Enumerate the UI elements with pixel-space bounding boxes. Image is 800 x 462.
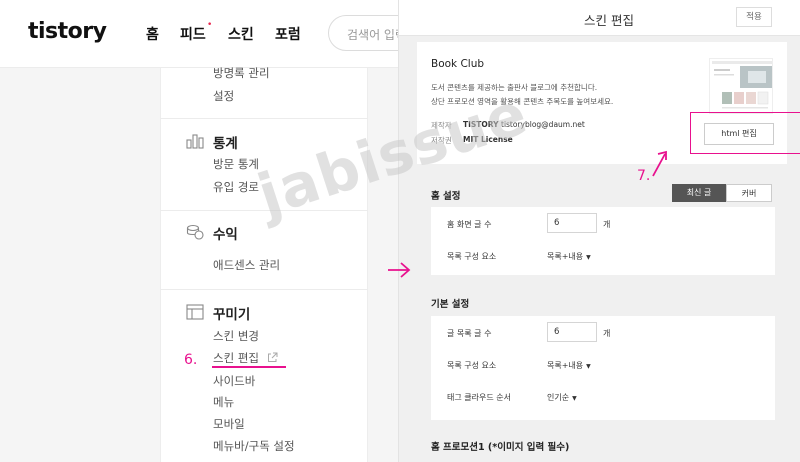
maker-label: 제작자 <box>431 121 452 130</box>
home-list-elements-value: 목록+내용 <box>547 252 584 261</box>
basic-list-elements-value: 목록+내용 <box>547 361 584 370</box>
menu-item-settings[interactable]: 설정 <box>213 88 234 104</box>
menu-item-skin-edit[interactable]: 스킨 편집 <box>213 350 278 366</box>
menu-item-menubar-subscribe[interactable]: 메뉴바/구독 설정 <box>213 438 295 454</box>
maker-value: TISTORY tistoryblog@daum.net <box>463 120 585 129</box>
menu-item-mobile[interactable]: 모바일 <box>213 416 245 432</box>
skin-edit-label: 스킨 편집 <box>213 351 259 365</box>
list-post-count-unit: 개 <box>603 329 611 338</box>
annotation-arrow-right-icon <box>388 262 411 278</box>
home-list-elements-select[interactable]: 목록+내용 ▼ <box>547 251 591 262</box>
basic-settings-title: 기본 설정 <box>431 299 470 310</box>
top-navigation-bar: tistory 홈 피드 • 스킨 포럼 검색어 입력 <box>0 0 398 68</box>
nav-home[interactable]: 홈 <box>146 24 159 44</box>
skin-info-card: Book Club 도서 콘텐츠를 제공하는 출판사 블로그에 추천합니다. 상… <box>417 42 800 164</box>
coins-icon <box>186 224 204 240</box>
chevron-down-icon: ▼ <box>586 363 591 370</box>
skin-edit-highlight-underline <box>212 366 286 368</box>
list-post-count-label: 글 목록 글 수 <box>447 329 492 338</box>
nav-feed[interactable]: 피드 <box>180 24 206 44</box>
tistory-logo[interactable]: tistory <box>28 19 107 44</box>
chevron-down-icon: ▼ <box>572 395 577 402</box>
home-post-count-label: 홈 화면 글 수 <box>447 220 492 229</box>
menu-item-sidebar[interactable]: 사이드바 <box>213 373 255 389</box>
layout-icon <box>186 304 204 320</box>
home-list-elements-label: 목록 구성 요소 <box>447 252 497 261</box>
basic-list-elements-select[interactable]: 목록+내용 ▼ <box>547 360 591 371</box>
skin-thumbnail <box>709 58 773 114</box>
license-name: MIT License <box>463 135 513 144</box>
skin-preview-image <box>710 59 772 113</box>
nav-skin[interactable]: 스킨 <box>228 24 254 44</box>
menu-divider <box>160 118 368 119</box>
menu-divider <box>160 210 368 211</box>
menu-heading-revenue[interactable]: 수익 <box>213 223 238 243</box>
home-settings-title: 홈 설정 <box>431 191 461 202</box>
home-promotion-title: 홈 프로모션1 (*이미지 입력 필수) <box>431 442 570 453</box>
menu-item-menu[interactable]: 메뉴 <box>213 394 234 410</box>
maker-email: tistoryblog@daum.net <box>501 120 585 129</box>
tag-cloud-order-select[interactable]: 인기순 ▼ <box>547 392 577 403</box>
basic-list-elements-label: 목록 구성 요소 <box>447 361 497 370</box>
menu-item-referrer[interactable]: 유입 경로 <box>213 179 259 195</box>
maker-name: TISTORY <box>463 120 499 129</box>
skin-edit-header: 스킨 편집 적용 <box>399 0 800 36</box>
apply-button[interactable]: 적용 <box>736 7 772 27</box>
annotation-arrow-up-icon <box>652 150 667 177</box>
list-post-count-input[interactable]: 6 <box>547 322 597 342</box>
menu-item-skin-change[interactable]: 스킨 변경 <box>213 328 259 344</box>
step-6-annotation: 6. <box>184 352 198 368</box>
tab-latest-posts[interactable]: 최신 글 <box>672 184 726 202</box>
tab-cover[interactable]: 커버 <box>726 184 772 202</box>
basic-settings-card: 글 목록 글 수 6 개 목록 구성 요소 목록+내용 ▼ 태그 클라우드 순서 … <box>431 316 775 420</box>
menu-item-guestbook[interactable]: 방명록 관리 <box>213 65 270 81</box>
search-input[interactable]: 검색어 입력 <box>328 15 398 51</box>
nav-forum[interactable]: 포럼 <box>275 24 301 44</box>
chevron-down-icon: ▼ <box>586 254 591 261</box>
tag-cloud-order-label: 태그 클라우드 순서 <box>447 393 511 402</box>
skin-description-line-2: 상단 프로모션 영역을 활용해 콘텐츠 주목도를 높여보세요. <box>431 97 614 106</box>
tag-cloud-order-value: 인기순 <box>547 393 570 402</box>
home-settings-card: 홈 화면 글 수 6 개 목록 구성 요소 목록+내용 ▼ <box>431 207 775 275</box>
tistory-admin-panel: tistory 홈 피드 • 스킨 포럼 검색어 입력 방명록 관리 설정 통계… <box>0 0 398 462</box>
menu-item-adsense[interactable]: 애드센스 관리 <box>213 257 280 273</box>
feed-new-dot: • <box>207 20 213 30</box>
stats-chart-icon <box>186 134 204 149</box>
skin-name: Book Club <box>431 58 485 70</box>
skin-edit-panel: 스킨 편집 적용 Book Club 도서 콘텐츠를 제공하는 출판사 블로그에… <box>398 0 800 462</box>
menu-heading-decorate[interactable]: 꾸미기 <box>213 303 250 323</box>
license-label: 저작권 <box>431 136 452 145</box>
external-link-icon <box>267 352 278 362</box>
menu-heading-stats[interactable]: 통계 <box>213 132 238 152</box>
menu-divider <box>160 289 368 290</box>
home-post-count-input[interactable]: 6 <box>547 213 597 233</box>
menu-item-visit-stats[interactable]: 방문 통계 <box>213 156 259 172</box>
search-placeholder: 검색어 입력 <box>347 28 398 42</box>
home-post-count-unit: 개 <box>603 220 611 229</box>
license-value: MIT License <box>463 135 513 144</box>
skin-description-line-1: 도서 콘텐츠를 제공하는 출판사 블로그에 추천합니다. <box>431 83 598 92</box>
html-edit-highlight-box <box>690 112 800 154</box>
